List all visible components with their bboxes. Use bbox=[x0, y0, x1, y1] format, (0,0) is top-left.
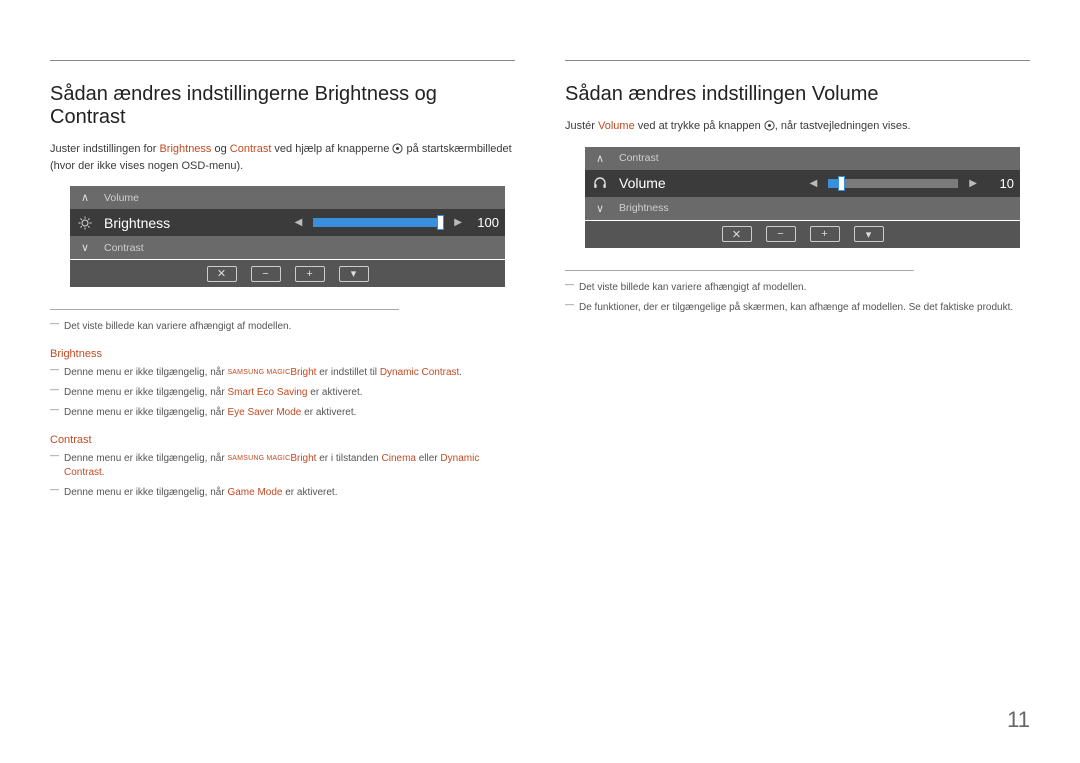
plus-button[interactable]: + bbox=[810, 226, 840, 242]
osd-footer: ✕ − + ▾ bbox=[585, 221, 1020, 248]
page-body: Sådan ændres indstillingerne Brightness … bbox=[50, 60, 1030, 506]
page-number: 11 bbox=[1007, 707, 1030, 733]
osd-bottom-label: Contrast bbox=[100, 242, 250, 254]
t: Denne menu er ikke tilgængelig, når bbox=[64, 407, 227, 418]
chevron-up-icon: ∧ bbox=[585, 152, 615, 165]
minus-button[interactable]: − bbox=[251, 266, 281, 282]
osd-volume-widget: ∧ Contrast Volume ◀ ▶ 10 bbox=[585, 147, 1020, 248]
t: eller bbox=[416, 453, 440, 464]
notes-rule-left bbox=[50, 309, 399, 310]
t: Juster indstillingen for bbox=[50, 143, 159, 155]
jog-circle-icon bbox=[764, 120, 775, 131]
plus-button[interactable]: + bbox=[295, 266, 325, 282]
hl-brightness: Brightness bbox=[159, 143, 211, 155]
osd-value: 100 bbox=[469, 215, 499, 230]
minus-button[interactable]: − bbox=[766, 226, 796, 242]
t: er i tilstanden bbox=[316, 453, 381, 464]
osd-controls: ◀ ▶ 100 bbox=[289, 215, 505, 230]
chevron-up-icon: ∧ bbox=[70, 191, 100, 204]
t: Denne menu er ikke tilgængelig, når bbox=[64, 453, 227, 464]
rule-top-right bbox=[565, 60, 1030, 61]
t: , når tastvejledningen vises. bbox=[775, 120, 911, 132]
osd-top-label: Contrast bbox=[615, 152, 765, 164]
hl: Bright bbox=[290, 453, 316, 464]
intro-right: Justér Volume ved at trykke på knappen ,… bbox=[565, 118, 1030, 135]
notes-rule-right bbox=[565, 270, 914, 271]
hl-contrast: Contrast bbox=[230, 143, 272, 155]
intro-left: Juster indstillingen for Brightness og C… bbox=[50, 141, 515, 174]
heading-left: Sådan ændres indstillingerne Brightness … bbox=[50, 83, 515, 129]
osd-row-top: ∧ Contrast bbox=[585, 147, 1020, 170]
t: ved at trykke på knappen bbox=[635, 120, 764, 132]
note-a-right: Det viste billede kan variere afhængigt … bbox=[565, 281, 1030, 295]
osd-controls: ◀ ▶ 10 bbox=[804, 176, 1020, 191]
arrow-right-icon[interactable]: ▶ bbox=[448, 217, 468, 228]
t: . bbox=[102, 467, 105, 478]
samsung-magic-label: SAMSUNG MAGIC bbox=[227, 369, 290, 376]
t: Denne menu er ikke tilgængelig, når bbox=[64, 387, 227, 398]
osd-main-label: Brightness bbox=[100, 215, 200, 231]
t: er aktiveret. bbox=[301, 407, 356, 418]
chevron-down-icon: ∨ bbox=[70, 241, 100, 254]
down-button[interactable]: ▾ bbox=[854, 226, 884, 242]
volume-slider[interactable] bbox=[828, 179, 958, 188]
t: er aktiveret. bbox=[307, 387, 362, 398]
osd-value: 10 bbox=[984, 176, 1014, 191]
left-column: Sådan ændres indstillingerne Brightness … bbox=[50, 60, 515, 506]
hl-volume: Volume bbox=[598, 120, 635, 132]
note-b-right: De funktioner, der er tilgængelige på sk… bbox=[565, 301, 1030, 315]
osd-footer: ✕ − + ▾ bbox=[70, 260, 505, 287]
hl: Dynamic Contrast bbox=[380, 367, 459, 378]
osd-row-bottom: ∨ Brightness bbox=[585, 197, 1020, 220]
close-button[interactable]: ✕ bbox=[722, 226, 752, 242]
right-column: Sådan ændres indstillingen Volume Justér… bbox=[565, 60, 1030, 506]
rule-top-left bbox=[50, 60, 515, 61]
t: Denne menu er ikke tilgængelig, når bbox=[64, 367, 227, 378]
hl: Game Mode bbox=[227, 487, 282, 498]
t: er aktiveret. bbox=[282, 487, 337, 498]
arrow-left-icon[interactable]: ◀ bbox=[804, 178, 824, 189]
note-a: Det viste billede kan variere afhængigt … bbox=[50, 320, 515, 334]
slider-handle[interactable] bbox=[438, 216, 443, 229]
osd-row-main: Volume ◀ ▶ 10 bbox=[585, 170, 1020, 197]
subheading-contrast: Contrast bbox=[50, 434, 515, 446]
t: er indstillet til bbox=[316, 367, 379, 378]
close-button[interactable]: ✕ bbox=[207, 266, 237, 282]
osd-main-label: Volume bbox=[615, 175, 715, 191]
down-button[interactable]: ▾ bbox=[339, 266, 369, 282]
osd-bottom-label: Brightness bbox=[615, 202, 765, 214]
t: ved hjælp af knapperne bbox=[271, 143, 392, 155]
osd-row-bottom: ∨ Contrast bbox=[70, 236, 505, 259]
hl: Smart Eco Saving bbox=[227, 387, 307, 398]
hl: Eye Saver Mode bbox=[227, 407, 301, 418]
subheading-brightness: Brightness bbox=[50, 348, 515, 360]
chevron-down-icon: ∨ bbox=[585, 202, 615, 215]
slider-fill bbox=[313, 218, 443, 227]
jog-circle-icon bbox=[392, 143, 403, 154]
slider-handle[interactable] bbox=[839, 177, 844, 190]
note-c: Denne menu er ikke tilgængelig, når Smar… bbox=[50, 386, 515, 400]
osd-row-main: Brightness ◀ ▶ 100 bbox=[70, 209, 505, 236]
osd-brightness-widget: ∧ Volume Brightness ◀ ▶ 100 bbox=[70, 186, 505, 287]
samsung-magic-label: SAMSUNG MAGIC bbox=[227, 455, 290, 462]
note-b: Denne menu er ikke tilgængelig, når SAMS… bbox=[50, 366, 515, 380]
brightness-slider[interactable] bbox=[313, 218, 443, 227]
note-f: Denne menu er ikke tilgængelig, når Game… bbox=[50, 486, 515, 500]
hl: Bright bbox=[290, 367, 316, 378]
note-e: Denne menu er ikke tilgængelig, når SAMS… bbox=[50, 452, 515, 480]
osd-top-label: Volume bbox=[100, 192, 250, 204]
heading-right: Sådan ændres indstillingen Volume bbox=[565, 83, 1030, 106]
t: . bbox=[459, 367, 462, 378]
t: Justér bbox=[565, 120, 598, 132]
headphones-icon bbox=[585, 176, 615, 190]
hl: Cinema bbox=[382, 453, 416, 464]
t: og bbox=[211, 143, 229, 155]
osd-row-top: ∧ Volume bbox=[70, 186, 505, 209]
note-d: Denne menu er ikke tilgængelig, når Eye … bbox=[50, 406, 515, 420]
sun-icon bbox=[70, 216, 100, 230]
arrow-right-icon[interactable]: ▶ bbox=[963, 178, 983, 189]
arrow-left-icon[interactable]: ◀ bbox=[289, 217, 309, 228]
t: Denne menu er ikke tilgængelig, når bbox=[64, 487, 227, 498]
